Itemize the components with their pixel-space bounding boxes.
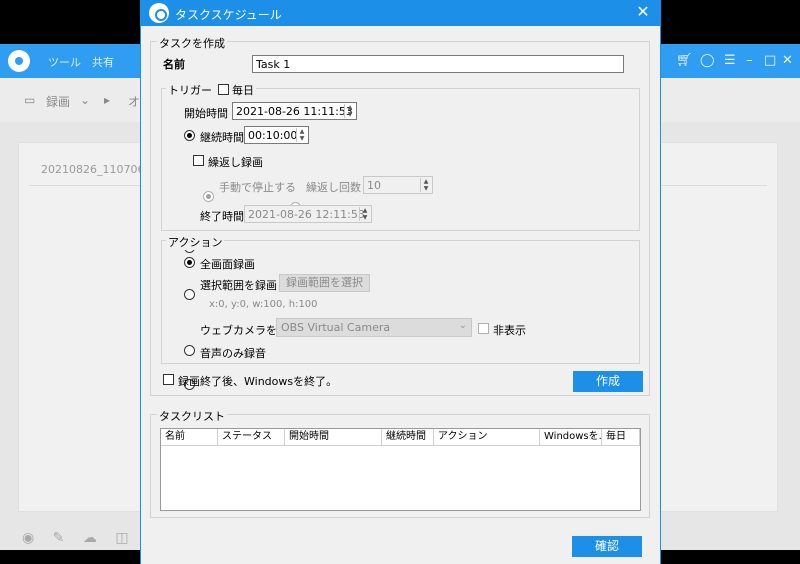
webcam-radio[interactable]	[184, 345, 195, 356]
app-logo-icon	[149, 3, 169, 23]
shutdown-label: 録画終了後、Windowsを終了。	[178, 375, 338, 388]
action-group-label: アクション	[166, 234, 225, 250]
repeat-record-label: 繰返し録画	[208, 156, 263, 169]
repeat-count-spinner-icon[interactable]: ▲ ▼	[420, 178, 431, 192]
trigger-label: トリガー	[168, 84, 212, 97]
start-time-value: 2021-08-26 11:11:53	[236, 105, 353, 118]
duration-input[interactable]: 00:10:00 ▲ ▼	[244, 126, 309, 144]
duration-value: 00:10:00	[248, 129, 298, 142]
action-group: アクション 全画面録画 選択範囲を録画 録画範囲を選択 x:0, y:0, w:…	[161, 234, 640, 390]
region-radio[interactable]	[184, 289, 195, 300]
background-minimize-icon[interactable]: –	[746, 53, 753, 68]
duration-spinner-icon[interactable]: ▲ ▼	[296, 128, 307, 142]
trigger-group-label: トリガー 毎日	[166, 82, 256, 98]
chevron-down-icon: ⌄	[458, 320, 467, 331]
fullscreen-radio[interactable]	[184, 257, 195, 268]
manual-stop-radio[interactable]	[203, 191, 214, 202]
background-app-logo-icon	[8, 50, 30, 72]
trigger-group: トリガー 毎日 開始時間 2021-08-26 11:11:53 ▲ ▼ 継続時間…	[161, 82, 640, 253]
duration-label: 継続時間	[200, 131, 244, 144]
task-list-group: タスクリスト 名前 ステータス 開始時間 継続時間 アクション Windowsを…	[150, 408, 650, 518]
start-time-input[interactable]: 2021-08-26 11:11:53 ▲ ▼	[232, 102, 357, 120]
column-header-duration[interactable]: 継続時間	[382, 429, 434, 446]
fullscreen-label: 全画面録画	[200, 258, 255, 271]
background-close-icon[interactable]: ✕	[782, 53, 793, 68]
column-header-daily[interactable]: 毎日	[602, 429, 640, 446]
background-bottom-icons: ◉ ✎ ☁ ◫	[22, 530, 129, 546]
column-header-name[interactable]: 名前	[161, 429, 218, 446]
hide-checkbox[interactable]	[478, 323, 489, 334]
end-time-input[interactable]: 2021-08-26 12:11:53 ▲ ▼	[244, 205, 372, 223]
confirm-button[interactable]: 確認	[572, 536, 642, 557]
name-label: 名前	[163, 58, 185, 71]
shutdown-checkbox[interactable]	[163, 374, 174, 385]
column-header-status[interactable]: ステータス	[218, 429, 285, 446]
background-audio-tab[interactable]: オ	[128, 93, 140, 110]
end-time-label: 終了時間	[200, 210, 244, 223]
start-time-spinner-icon[interactable]: ▲ ▼	[344, 104, 355, 118]
dialog-title: タスクスケジュール	[175, 8, 282, 22]
background-maximize-icon[interactable]: □	[764, 53, 776, 68]
background-trash-icon[interactable]: ◫	[115, 530, 128, 546]
column-header-windows[interactable]: Windowsを...	[540, 429, 602, 446]
region-info: x:0, y:0, w:100, h:100	[209, 299, 318, 310]
background-menu-share[interactable]: 共有	[92, 54, 114, 70]
background-pencil-icon[interactable]: ✎	[53, 530, 65, 546]
task-schedule-dialog: タスクスケジュール ✕ タスクを作成 名前 Task 1 トリガー 毎日 開始時…	[140, 0, 661, 564]
duration-radio[interactable]	[184, 130, 195, 141]
background-menu-icon[interactable]: ☰	[724, 53, 736, 68]
daily-label: 毎日	[232, 84, 254, 97]
end-time-value: 2021-08-26 12:11:53	[248, 208, 365, 221]
daily-checkbox[interactable]	[217, 84, 229, 95]
background-menu-tools[interactable]: ツール	[48, 54, 81, 70]
background-chevron-down-icon: ⌄	[80, 93, 91, 107]
column-header-start-time[interactable]: 開始時間	[285, 429, 382, 446]
background-user-icon[interactable]: ◯	[700, 53, 715, 68]
close-icon[interactable]: ✕	[634, 3, 652, 21]
task-list-group-label: タスクリスト	[157, 408, 227, 424]
column-header-action[interactable]: アクション	[434, 429, 540, 446]
background-speaker-icon: ▸	[104, 93, 111, 107]
repeat-count-label: 繰返し回数	[306, 181, 361, 194]
repeat-record-checkbox[interactable]	[193, 155, 204, 166]
create-task-group-label: タスクを作成	[157, 35, 227, 51]
start-time-label: 開始時間	[184, 107, 228, 120]
background-record-tab[interactable]: 録画	[46, 93, 70, 110]
region-label: 選択範囲を録画	[200, 279, 277, 292]
background-eye-icon[interactable]: ◉	[22, 530, 34, 546]
webcam-device-select[interactable]: OBS Virtual Camera ⌄	[276, 318, 472, 337]
dialog-titlebar: タスクスケジュール ✕	[141, 0, 660, 26]
audio-only-label: 音声のみ録音	[200, 347, 266, 360]
manual-stop-label: 手動で停止する	[219, 181, 296, 194]
end-time-spinner-icon[interactable]: ▲ ▼	[359, 207, 370, 221]
background-camera-icon: ▭	[24, 93, 36, 107]
create-button[interactable]: 作成	[573, 371, 643, 392]
name-input[interactable]: Task 1	[252, 55, 624, 73]
repeat-count-value: 10	[367, 179, 381, 192]
webcam-device-value: OBS Virtual Camera	[281, 321, 391, 334]
hide-label: 非表示	[493, 324, 526, 337]
select-region-button[interactable]: 録画範囲を選択	[279, 274, 370, 292]
background-cloud-icon[interactable]: ☁	[83, 530, 97, 546]
task-list-table[interactable]: 名前 ステータス 開始時間 継続時間 アクション Windowsを... 毎日	[160, 428, 641, 511]
create-task-group: タスクを作成 名前 Task 1 トリガー 毎日 開始時間 2021-08-26…	[150, 35, 650, 396]
repeat-count-input[interactable]: 10 ▲ ▼	[363, 176, 433, 194]
background-cart-icon[interactable]: 🛒︎	[676, 53, 693, 68]
